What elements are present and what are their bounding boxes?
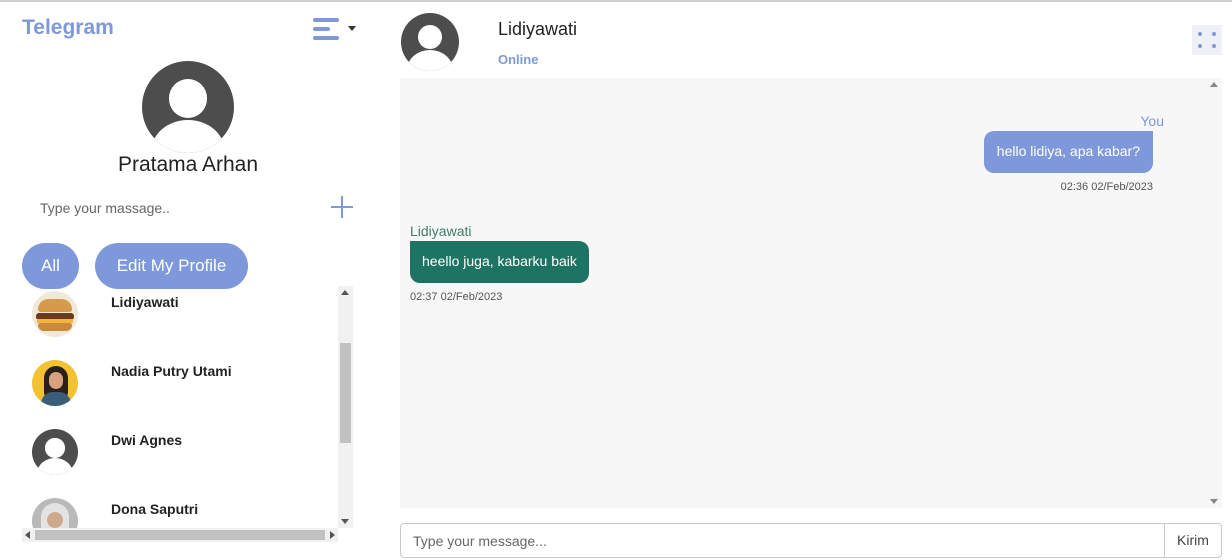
scroll-left-icon[interactable]	[25, 531, 30, 539]
filter-all-button[interactable]: All	[22, 243, 79, 289]
profile-avatar[interactable]	[142, 61, 234, 153]
chat-contact-name: Lidiyawati	[498, 19, 578, 39]
contact-name: Lidiyawati	[111, 294, 179, 310]
scroll-down-icon[interactable]	[341, 519, 349, 524]
message-sender: You	[1140, 113, 1164, 129]
dots-grid-icon[interactable]	[1192, 25, 1222, 55]
outgoing-message-bubble[interactable]: hello lidiya, apa kabar?	[983, 131, 1153, 173]
scroll-up-icon[interactable]	[341, 290, 349, 295]
chevron-down-icon	[348, 26, 356, 31]
contact-name: Dwi Agnes	[111, 432, 183, 448]
contact-list[interactable]: Lidiyawati Nadia Putry Utami Dwi Agnes D…	[22, 285, 354, 542]
plus-icon[interactable]	[329, 195, 355, 221]
scroll-right-icon[interactable]	[330, 531, 335, 539]
chat-contact-status: Online	[498, 52, 539, 67]
contact-avatar	[32, 360, 78, 406]
profile-name: Pratama Arhan	[117, 153, 259, 176]
message-area-scrollbar[interactable]	[1206, 78, 1222, 508]
message-timestamp: 02:37 02/Feb/2023	[410, 291, 503, 303]
chat-contact-avatar[interactable]	[401, 13, 459, 71]
contact-item[interactable]: Nadia Putry Utami	[22, 354, 338, 414]
edit-profile-button[interactable]: Edit My Profile	[95, 243, 248, 289]
hamburger-menu-icon[interactable]	[310, 17, 360, 47]
scroll-down-icon[interactable]	[1210, 499, 1218, 504]
message-input[interactable]	[400, 523, 1165, 558]
contact-list-horizontal-scrollbar[interactable]	[22, 528, 338, 542]
message-timestamp: 02:36 02/Feb/2023	[1060, 181, 1153, 193]
contact-list-vertical-scrollbar[interactable]	[338, 286, 353, 528]
scrollbar-thumb[interactable]	[340, 343, 351, 443]
contact-name: Dona Saputri	[111, 501, 199, 517]
contact-name: Nadia Putry Utami	[111, 363, 232, 379]
chat-header: Lidiyawati Online	[380, 2, 1232, 76]
send-button[interactable]: Kirim	[1164, 523, 1222, 558]
contact-avatar	[32, 429, 78, 475]
scrollbar-thumb[interactable]	[35, 530, 325, 540]
message-sender: Lidiyawati	[410, 223, 472, 239]
contact-item[interactable]: Dwi Agnes	[22, 423, 338, 483]
app-title: Telegram	[22, 16, 114, 39]
contact-item[interactable]: Lidiyawati	[22, 285, 338, 345]
incoming-message-bubble[interactable]: heello juga, kabarku baik	[410, 241, 589, 283]
contact-avatar	[32, 291, 78, 337]
scroll-up-icon[interactable]	[1210, 82, 1218, 87]
search-input[interactable]	[32, 194, 322, 222]
